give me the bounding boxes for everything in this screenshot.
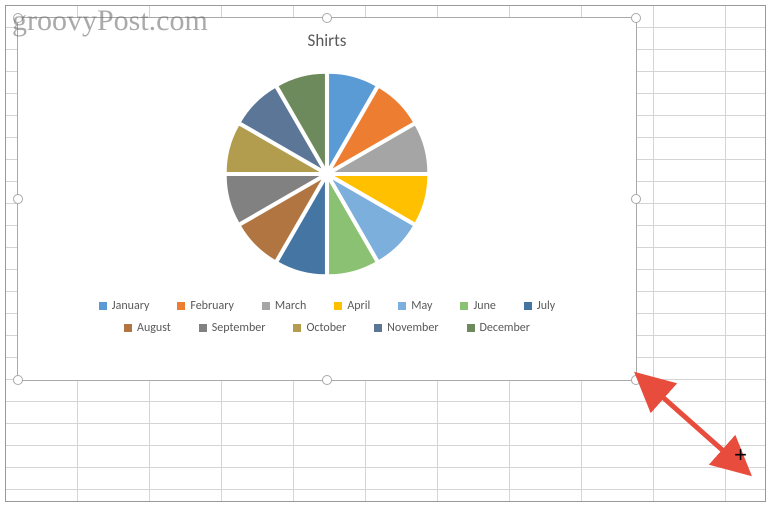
- legend-item-august[interactable]: August: [124, 321, 171, 335]
- resize-handle-right-mid[interactable]: [631, 194, 641, 204]
- legend-label: May: [411, 299, 432, 313]
- legend-swatch: [124, 324, 132, 332]
- legend-swatch: [374, 324, 382, 332]
- plot-area[interactable]: [18, 59, 636, 289]
- legend-label: June: [473, 299, 495, 313]
- resize-handle-top-right[interactable]: [631, 13, 641, 23]
- legend-label: July: [537, 299, 555, 313]
- legend-item-january[interactable]: January: [99, 299, 150, 313]
- legend-item-october[interactable]: October: [293, 321, 346, 335]
- legend-swatch: [334, 302, 342, 310]
- resize-handle-bottom-mid[interactable]: [322, 375, 332, 385]
- legend-label: December: [480, 321, 530, 335]
- legend-swatch: [524, 302, 532, 310]
- watermark-text: groovyPost.com: [12, 4, 208, 38]
- pie-chart: [212, 59, 442, 289]
- legend-swatch: [99, 302, 107, 310]
- legend-label: August: [137, 321, 171, 335]
- legend-item-may[interactable]: May: [398, 299, 432, 313]
- legend-item-february[interactable]: February: [177, 299, 234, 313]
- resize-handle-left-mid[interactable]: [13, 194, 23, 204]
- legend-swatch: [460, 302, 468, 310]
- resize-handle-bottom-left[interactable]: [13, 375, 23, 385]
- screenshot-frame: Shirts JanuaryFebruaryMarchAprilMayJuneJ…: [5, 5, 766, 502]
- legend-label: January: [112, 299, 150, 313]
- legend-label: February: [190, 299, 234, 313]
- chart-legend[interactable]: January February March April May June July Augu…: [18, 289, 636, 339]
- legend-swatch: [177, 302, 185, 310]
- legend-swatch: [467, 324, 475, 332]
- legend-item-december[interactable]: December: [467, 321, 530, 335]
- legend-swatch: [293, 324, 301, 332]
- legend-item-july[interactable]: July: [524, 299, 555, 313]
- legend-item-march[interactable]: March: [262, 299, 306, 313]
- chart-object[interactable]: Shirts JanuaryFebruaryMarchAprilMayJuneJ…: [17, 17, 637, 381]
- legend-item-april[interactable]: April: [334, 299, 370, 313]
- legend-label: October: [306, 321, 346, 335]
- legend-item-november[interactable]: November: [374, 321, 438, 335]
- legend-swatch: [398, 302, 406, 310]
- legend-swatch: [199, 324, 207, 332]
- legend-label: April: [347, 299, 370, 313]
- resize-cursor-icon: +: [734, 442, 747, 468]
- legend-label: September: [212, 321, 266, 335]
- legend-item-june[interactable]: June: [460, 299, 495, 313]
- resize-handle-top-mid[interactable]: [322, 13, 332, 23]
- legend-swatch: [262, 302, 270, 310]
- legend-label: March: [275, 299, 306, 313]
- legend-item-september[interactable]: September: [199, 321, 266, 335]
- legend-label: November: [387, 321, 438, 335]
